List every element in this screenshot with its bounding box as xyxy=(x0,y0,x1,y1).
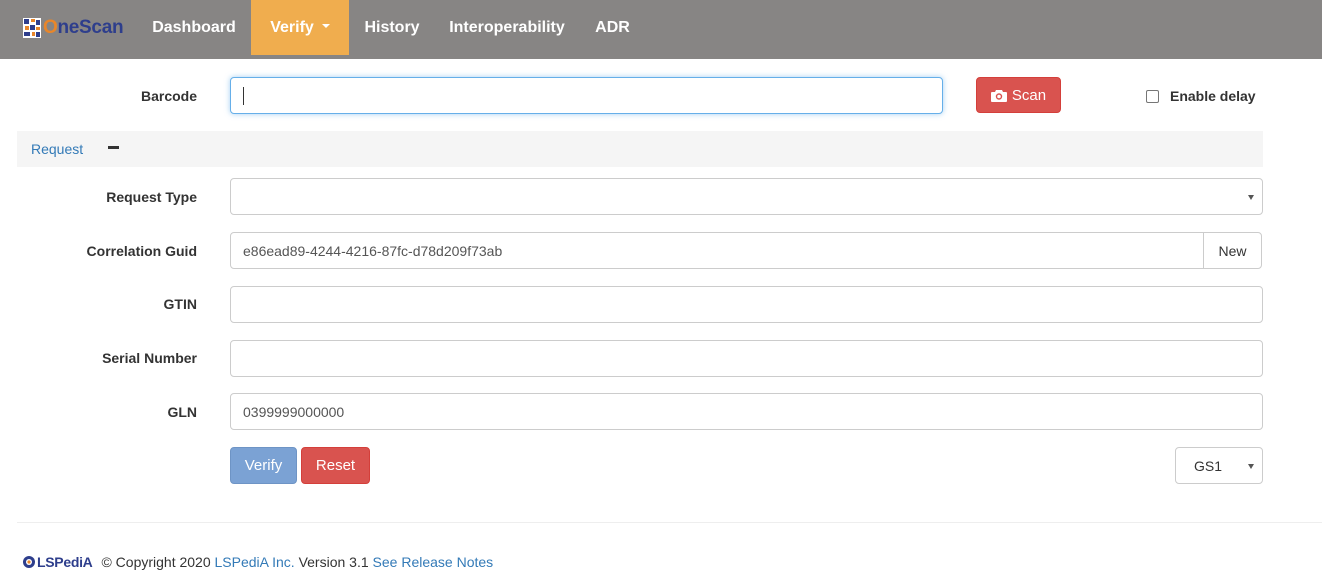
correlation-guid-value: e86ead89-4244-4216-87fc-d78d209f73ab xyxy=(243,242,503,259)
request-panel-header[interactable]: Request xyxy=(17,131,1263,167)
serial-number-input[interactable] xyxy=(230,340,1263,377)
scan-button[interactable]: Scan xyxy=(976,77,1061,113)
collapse-minus-icon[interactable] xyxy=(108,146,119,149)
caret-down-icon xyxy=(321,24,330,29)
onescan-logo-icon xyxy=(23,18,41,38)
select-arrow-icon xyxy=(1248,463,1254,469)
enable-delay-label: Enable delay xyxy=(1170,88,1256,104)
serial-number-label: Serial Number xyxy=(102,350,197,366)
request-type-select[interactable] xyxy=(230,178,1263,215)
nav-dashboard[interactable]: Dashboard xyxy=(137,0,251,55)
brand-name: OneScan xyxy=(43,17,124,38)
company-link[interactable]: LSPediA Inc. xyxy=(215,554,295,570)
lspedia-logo: LSPediA xyxy=(22,554,93,570)
correlation-guid-label: Correlation Guid xyxy=(86,243,197,259)
camera-icon xyxy=(990,89,1007,102)
enable-delay-checkbox[interactable] xyxy=(1146,89,1159,103)
text-cursor xyxy=(243,86,244,105)
nav-interoperability[interactable]: Interoperability xyxy=(435,0,579,55)
top-navbar: OneScan Dashboard Verify History Interop… xyxy=(0,0,1322,59)
release-notes-link[interactable]: See Release Notes xyxy=(373,554,494,570)
gtin-label: GTIN xyxy=(163,296,197,312)
copyright-text: © Copyright 2020 xyxy=(101,554,211,570)
select-arrow-icon xyxy=(1248,194,1254,200)
lspedia-logo-icon xyxy=(23,556,35,568)
gln-value: 0399999000000 xyxy=(243,403,345,420)
nav-history[interactable]: History xyxy=(349,0,435,55)
format-select-value: GS1 xyxy=(1194,457,1223,474)
format-select[interactable]: GS1 xyxy=(1175,447,1263,484)
request-panel-title[interactable]: Request xyxy=(31,141,83,157)
footer: LSPediA © Copyright 2020 LSPediA Inc. Ve… xyxy=(22,551,493,573)
brand-logo[interactable]: OneScan xyxy=(22,15,124,41)
nav-verify[interactable]: Verify xyxy=(251,0,349,55)
barcode-label: Barcode xyxy=(140,88,197,104)
correlation-guid-input[interactable]: e86ead89-4244-4216-87fc-d78d209f73ab xyxy=(230,232,1204,269)
barcode-input[interactable] xyxy=(230,77,943,114)
nav-adr[interactable]: ADR xyxy=(579,0,646,55)
nav-verify-label: Verify xyxy=(270,19,314,36)
new-guid-button[interactable]: New xyxy=(1203,232,1262,269)
gtin-input[interactable] xyxy=(230,286,1263,323)
verify-button[interactable]: Verify xyxy=(230,447,297,484)
version-text: Version 3.1 xyxy=(298,554,369,570)
request-type-label: Request Type xyxy=(106,189,197,205)
footer-divider xyxy=(17,522,1322,523)
reset-button[interactable]: Reset xyxy=(301,447,370,484)
enable-delay-toggle[interactable]: Enable delay xyxy=(1146,88,1256,104)
gln-label: GLN xyxy=(167,404,197,420)
scan-button-label: Scan xyxy=(1011,86,1047,104)
gln-input[interactable]: 0399999000000 xyxy=(230,393,1263,430)
